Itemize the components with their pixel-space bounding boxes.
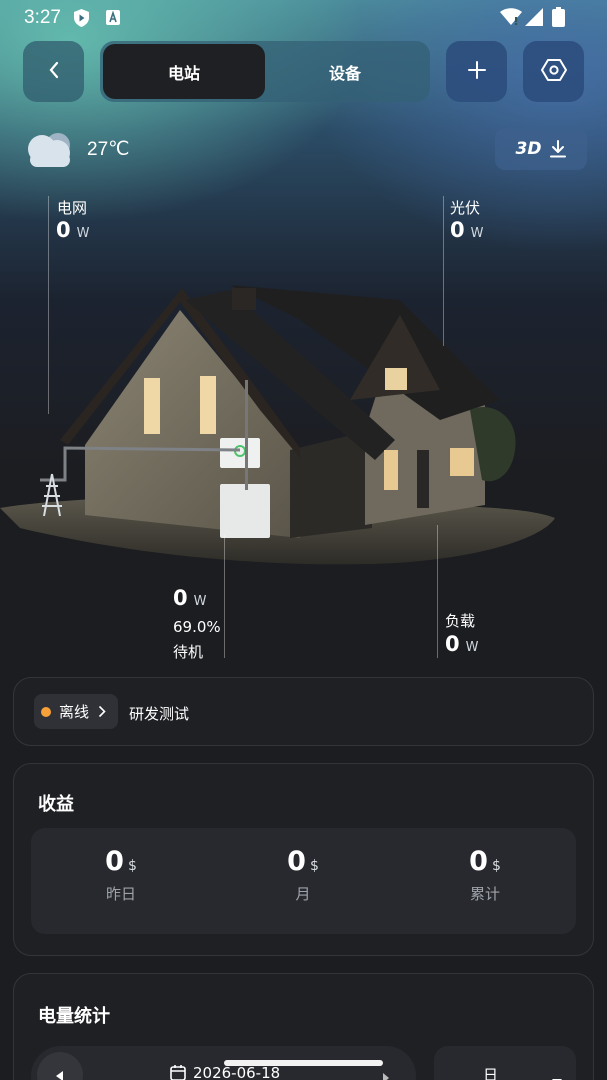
add-button[interactable] <box>446 41 507 102</box>
earnings-yesterday: 0 $ 昨日 <box>51 846 191 904</box>
hexagon-gear-icon <box>540 57 567 87</box>
house-illustration <box>0 285 555 565</box>
chevron-right-icon <box>98 705 106 718</box>
earnings-summary: 0 $ 昨日 0 $ 月 0 $ 累计 <box>31 828 576 934</box>
energy-stats-title: 电量统计 <box>38 1006 110 1027</box>
load-power-value: 0 <box>445 632 460 656</box>
period-select[interactable]: 日 <box>434 1046 576 1080</box>
earnings-yesterday-unit: $ <box>127 858 137 874</box>
battery-power: 0W <box>173 586 206 610</box>
earnings-total: 0 $ 累计 <box>415 846 555 904</box>
load-power: 0W <box>445 632 478 656</box>
tab-devices[interactable]: 设备 <box>280 44 410 99</box>
text-a-icon <box>105 9 121 30</box>
grid-power: 0W <box>56 218 89 242</box>
status-time: 3:27 <box>24 7 61 28</box>
grid-label: 电网 <box>57 199 88 217</box>
earnings-month-value: 0 <box>287 846 306 877</box>
load-flow-line <box>437 525 438 658</box>
offline-status-dot <box>41 706 51 717</box>
pv-power: 0W <box>450 218 483 242</box>
battery-icon <box>552 7 565 31</box>
back-button[interactable] <box>23 41 84 102</box>
earnings-total-value: 0 <box>469 846 488 877</box>
prev-date-button[interactable] <box>37 1052 83 1080</box>
view-3d-label: 3D <box>515 139 542 159</box>
status-bar: 3:27 <box>0 0 607 36</box>
signal-icon <box>525 8 543 30</box>
caret-down-icon <box>552 1070 562 1080</box>
plus-icon <box>467 60 487 84</box>
earnings-month: 0 $ 月 <box>233 846 373 904</box>
grid-flow-line <box>48 196 49 414</box>
pv-flow-line <box>443 196 444 346</box>
settings-button[interactable] <box>523 41 584 102</box>
earnings-month-unit: $ <box>309 858 319 874</box>
battery-power-value: 0 <box>173 586 188 610</box>
pv-power-unit: W <box>470 226 484 241</box>
view-3d-download-button[interactable]: 3D <box>495 128 587 170</box>
shield-play-icon <box>73 9 90 31</box>
earnings-title: 收益 <box>38 794 74 815</box>
date-value[interactable]: 2026-06-18 <box>193 1064 280 1080</box>
home-indicator[interactable] <box>224 1060 383 1066</box>
cloud-icon <box>24 129 76 173</box>
earnings-yesterday-value: 0 <box>105 846 124 877</box>
grid-power-unit: W <box>76 226 90 241</box>
wifi-icon <box>500 8 522 30</box>
earnings-card: 收益 0 $ 昨日 0 $ 月 0 $ 累计 <box>13 763 594 956</box>
battery-soc: 69.0% <box>173 618 221 636</box>
load-label: 负载 <box>445 612 476 630</box>
battery-flow-line <box>224 535 225 658</box>
period-value: 日 <box>483 1066 499 1080</box>
station-status-text: 离线 <box>59 703 90 721</box>
chevron-left-icon <box>47 60 61 84</box>
pv-power-value: 0 <box>450 218 465 242</box>
earnings-month-label: 月 <box>295 885 311 903</box>
station-name: 研发测试 <box>129 705 190 723</box>
load-power-unit: W <box>465 640 479 655</box>
grid-power-value: 0 <box>56 218 71 242</box>
calendar-icon <box>170 1064 186 1080</box>
station-status-button[interactable]: 离线 <box>34 694 118 729</box>
pv-label: 光伏 <box>450 199 481 217</box>
tab-station[interactable]: 电站 <box>103 44 265 99</box>
battery-power-unit: W <box>193 594 207 609</box>
earnings-total-label: 累计 <box>469 885 500 903</box>
earnings-total-unit: $ <box>491 858 501 874</box>
download-icon <box>550 140 567 158</box>
station-status-card: 离线 研发测试 <box>13 677 594 746</box>
weather-temperature: 27℃ <box>87 139 130 160</box>
battery-state: 待机 <box>173 643 204 661</box>
triangle-left-icon <box>56 1066 64 1080</box>
triangle-right-icon[interactable] <box>383 1068 389 1080</box>
earnings-yesterday-label: 昨日 <box>105 885 136 903</box>
view-segmented-control: 电站 设备 <box>100 41 430 102</box>
